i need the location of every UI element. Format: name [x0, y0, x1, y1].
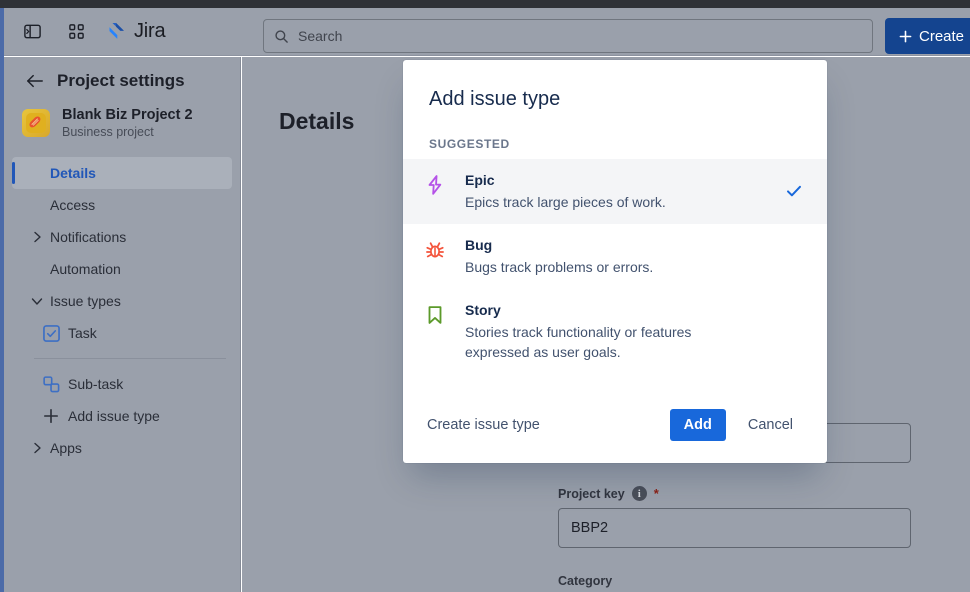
add-issue-type-dialog: Add issue type SUGGESTED Epic Epics trac…: [403, 60, 827, 463]
issue-type-option-epic[interactable]: Epic Epics track large pieces of work.: [403, 159, 827, 224]
dialog-title: Add issue type: [403, 60, 827, 111]
issue-type-option-story[interactable]: Story Stories track functionality or fea…: [403, 289, 827, 374]
epic-lightning-icon: [423, 173, 447, 197]
story-text-block: Story Stories track functionality or fea…: [465, 301, 765, 362]
modal-scrim[interactable]: Add issue type SUGGESTED Epic Epics trac…: [0, 0, 970, 592]
bug-icon: [423, 238, 447, 262]
check-icon: [783, 182, 805, 200]
jira-project-settings-screen: Jira Search Create Pr: [0, 0, 970, 592]
epic-text-block: Epic Epics track large pieces of work.: [465, 171, 765, 212]
issue-type-name: Bug: [465, 236, 765, 255]
issue-type-option-list: Epic Epics track large pieces of work.: [403, 159, 827, 393]
story-bookmark-icon: [423, 303, 447, 327]
issue-type-name: Story: [465, 301, 765, 320]
bug-text-block: Bug Bugs track problems or errors.: [465, 236, 765, 277]
issue-type-name: Epic: [465, 171, 765, 190]
issue-type-description: Stories track functionality or features …: [465, 322, 758, 362]
issue-type-option-bug[interactable]: Bug Bugs track problems or errors.: [403, 224, 827, 289]
issue-type-description: Epics track large pieces of work.: [465, 192, 758, 212]
cancel-button[interactable]: Cancel: [738, 409, 803, 441]
create-issue-type-link[interactable]: Create issue type: [427, 417, 540, 433]
dialog-footer: Create issue type Add Cancel: [403, 393, 827, 463]
suggested-section-label: SUGGESTED: [403, 111, 827, 159]
add-button[interactable]: Add: [670, 409, 726, 441]
issue-type-description: Bugs track problems or errors.: [465, 257, 758, 277]
